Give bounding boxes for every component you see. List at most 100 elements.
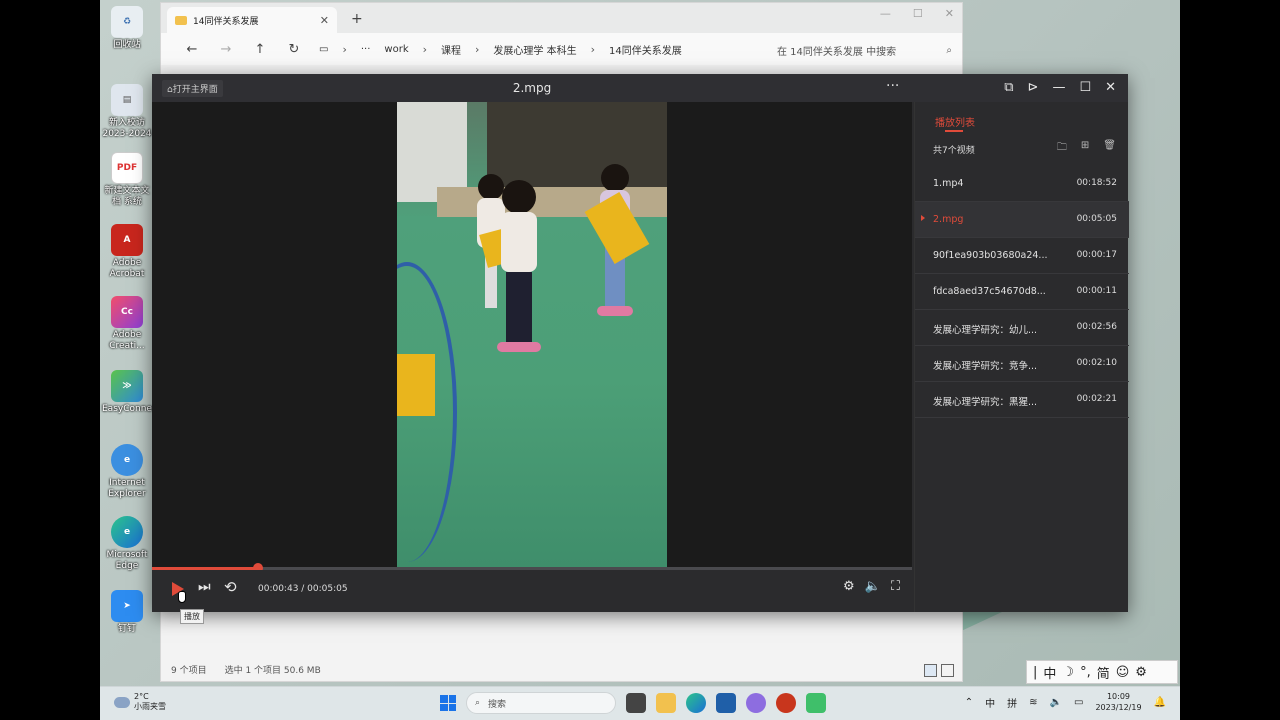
playlist-item-duration: 00:02:21 (1076, 394, 1117, 404)
task-view-icon[interactable] (626, 693, 646, 713)
tray-ime-mode[interactable]: 中 (985, 695, 995, 710)
playlist-item-name: 1.mp4 (933, 178, 964, 189)
desktop-icon-creative-cloud[interactable]: Cc Adobe Creati... (102, 296, 152, 352)
playlist-item[interactable]: 发展心理学研究：幼儿... 00:02:56 (915, 310, 1129, 346)
next-icon[interactable]: ⏭ (198, 579, 211, 595)
desktop-icon-pdf[interactable]: PDF 新建文本文档 系统 (102, 152, 152, 208)
playlist-item[interactable]: fdca8aed37c54670d8... 00:00:11 (915, 274, 1129, 310)
delete-icon[interactable]: 🗑 (1103, 140, 1116, 157)
back-icon[interactable]: ← (175, 42, 209, 57)
taskbar-search-label: 搜索 (488, 699, 507, 710)
chevron-right-icon: › (422, 42, 428, 56)
chevron-right-icon: › (590, 42, 596, 56)
file-explorer-icon[interactable] (656, 693, 676, 713)
app-icon[interactable] (746, 693, 766, 713)
weather-widget[interactable]: 2°C 小雨夹雪 (114, 692, 166, 712)
desktop-icon-document[interactable]: ▤ 新入校访 2023-2024 (102, 84, 152, 140)
desktop: ♻ 回收站 ▤ 新入校访 2023-2024 PDF 新建文本文档 系统 A A… (100, 0, 1180, 720)
close-icon[interactable]: ✕ (945, 7, 954, 20)
open-folder-icon[interactable]: 🗀 (1057, 140, 1067, 157)
store-icon[interactable] (716, 693, 736, 713)
breadcrumb-more[interactable]: ··· (361, 44, 371, 55)
taskbar-search[interactable]: ⌕ 搜索 (466, 692, 616, 714)
ime-settings-icon[interactable]: ⚙ (1135, 665, 1147, 680)
desktop-icon-label: Internet Explorer (108, 478, 146, 499)
playlist-item-duration: 00:00:11 (1076, 286, 1117, 296)
mouse-cursor (178, 591, 186, 603)
ime-punct-icon[interactable]: °, (1080, 665, 1091, 680)
edge-icon[interactable] (686, 693, 706, 713)
monitor-icon[interactable]: ▭ (319, 44, 328, 55)
new-tab-button[interactable]: + (351, 11, 363, 27)
playlist-item-duration: 00:00:17 (1076, 250, 1117, 260)
desktop-icon-label: 钉钉 (117, 624, 136, 634)
volume-icon[interactable]: 🔈 (865, 579, 881, 594)
explorer-tab[interactable]: 14同伴关系发展 ✕ (167, 7, 337, 33)
minimize-icon[interactable]: — (1052, 80, 1065, 95)
search-placeholder: 在 14同伴关系发展 中搜索 (777, 46, 897, 58)
powerpoint-icon[interactable] (776, 693, 796, 713)
refresh-icon[interactable]: ↻ (277, 42, 311, 57)
playlist-item[interactable]: 1.mp4 00:18:52 (915, 166, 1129, 202)
clock-date: 2023/12/19 (1095, 703, 1142, 712)
playlist-item-active[interactable]: 2.mpg 00:05:05 (915, 202, 1129, 238)
explorer-status-bar: 9 个项目 选中 1 个项目 50.6 MB (161, 657, 962, 681)
desktop-icon-label: Adobe Creati... (109, 330, 145, 351)
tray-ime-pinyin[interactable]: 拼 (1007, 695, 1017, 710)
battery-icon[interactable]: ▭ (1074, 697, 1083, 708)
dingtalk-icon: ➤ (111, 590, 143, 622)
desktop-icon-ie[interactable]: e Internet Explorer (102, 444, 152, 500)
ime-emoji-icon[interactable]: ☺ (1116, 665, 1130, 680)
ime-simplified[interactable]: 简 (1097, 663, 1110, 682)
tiles-view-icon[interactable] (941, 664, 954, 677)
forward-icon[interactable]: → (209, 42, 243, 57)
more-options-button[interactable]: ··· (886, 78, 899, 94)
mini-mode-icon[interactable]: ⧉ (1004, 80, 1013, 95)
close-tab-icon[interactable]: ✕ (320, 14, 329, 27)
playlist-item[interactable]: 90f1ea903b03680a24... 00:00:17 (915, 238, 1129, 274)
search-icon: ⌕ (946, 44, 952, 56)
desktop-icon-edge[interactable]: e Microsoft Edge (102, 516, 152, 572)
play-tooltip: 播放 (180, 609, 204, 624)
playlist-item-name: fdca8aed37c54670d8... (933, 286, 1046, 297)
ime-moon-icon[interactable]: ☽ (1062, 665, 1074, 680)
add-file-icon[interactable]: ⊞ (1081, 140, 1089, 157)
tab-playlist[interactable]: 播放列表 (935, 114, 975, 129)
clock[interactable]: 10:09 2023/12/19 (1095, 691, 1141, 713)
desktop-icon-recycle-bin[interactable]: ♻ 回收站 (102, 6, 152, 51)
playlist-item[interactable]: 发展心理学研究：黑猩... 00:02:21 (915, 382, 1129, 418)
up-icon[interactable]: ↑ (243, 42, 277, 57)
close-icon[interactable]: ✕ (1105, 80, 1116, 95)
desktop-icon-acrobat[interactable]: A Adobe Acrobat (102, 224, 152, 280)
loop-icon[interactable]: ⟲ (224, 578, 237, 596)
desktop-icon-dingtalk[interactable]: ➤ 钉钉 (102, 590, 152, 635)
breadcrumb-item[interactable]: work (384, 44, 408, 55)
details-view-icon[interactable] (924, 664, 937, 677)
wifi-icon[interactable]: ≋ (1029, 697, 1037, 708)
playlist-item-duration: 00:02:56 (1076, 322, 1117, 332)
video-area[interactable] (152, 102, 912, 567)
ime-toolbar: | 中 ☽ °, 简 ☺ ⚙ (1026, 660, 1178, 684)
breadcrumb-item[interactable]: 14同伴关系发展 (609, 42, 682, 57)
start-icon[interactable] (440, 695, 456, 711)
maximize-icon[interactable]: ☐ (1079, 80, 1091, 95)
settings-icon[interactable]: ⚙ (843, 579, 855, 594)
ime-mode-chinese[interactable]: 中 (1043, 663, 1056, 682)
fullscreen-icon[interactable]: ⛶ (891, 579, 900, 594)
explorer-search-input[interactable]: 在 14同伴关系发展 中搜索 ⌕ (767, 39, 952, 61)
notification-icon[interactable]: 🔔 (1154, 697, 1166, 708)
video-player-icon[interactable] (806, 693, 826, 713)
maximize-icon[interactable]: ☐ (913, 7, 923, 20)
breadcrumb-item[interactable]: 发展心理学 本科生 (493, 42, 576, 57)
ime-handle[interactable]: | (1033, 665, 1037, 680)
weather-text: 小雨夹雪 (134, 702, 166, 711)
edge-icon: e (111, 516, 143, 548)
playlist-count: 共7个视频 (933, 146, 975, 156)
pin-icon[interactable]: ⊳ (1028, 80, 1039, 95)
chevron-up-icon[interactable]: ⌃ (965, 697, 973, 708)
playlist-item[interactable]: 发展心理学研究：竞争... 00:02:10 (915, 346, 1129, 382)
breadcrumb-item[interactable]: 课程 (441, 42, 461, 57)
minimize-icon[interactable]: — (880, 7, 891, 20)
desktop-icon-easyconnect[interactable]: ≫ EasyConnect (102, 370, 160, 415)
volume-icon[interactable]: 🔈 (1050, 697, 1062, 708)
